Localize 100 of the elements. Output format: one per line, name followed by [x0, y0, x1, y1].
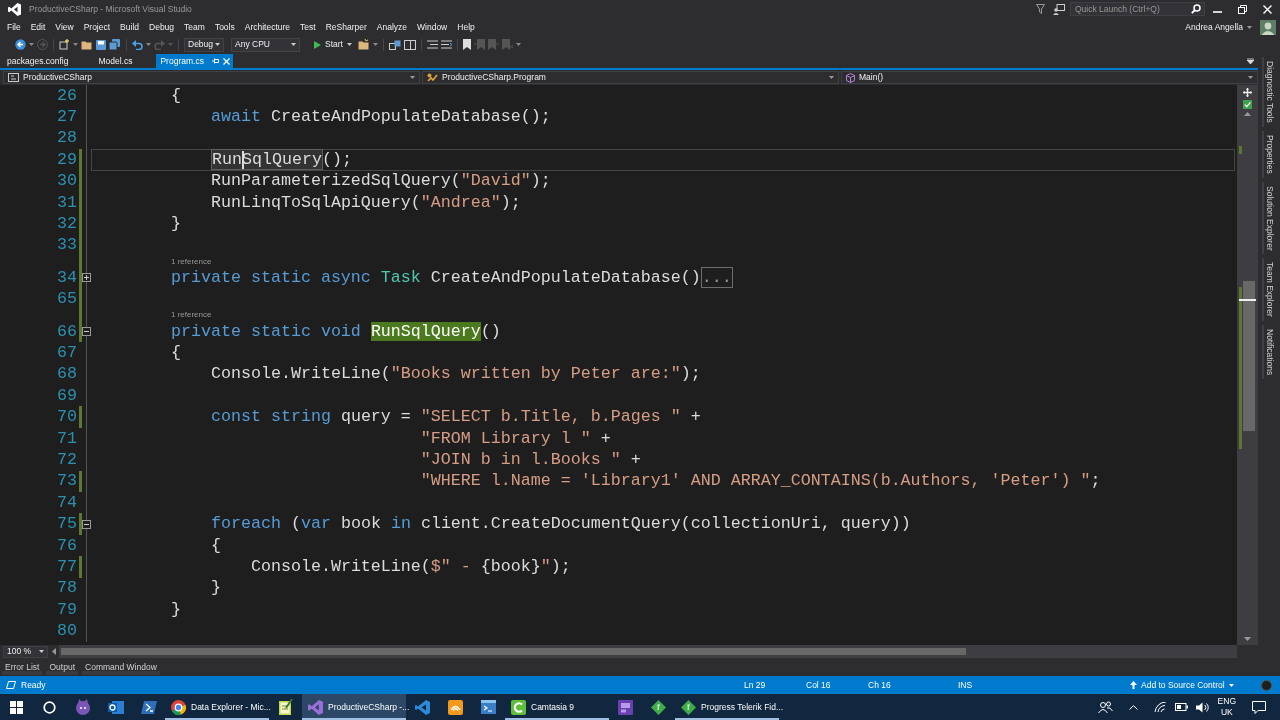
notepad-icon [278, 699, 293, 715]
indent-lines-icon[interactable] [426, 40, 438, 49]
menu-item[interactable]: Project [78, 21, 116, 33]
menu-item[interactable]: Architecture [239, 21, 296, 33]
caret-icon[interactable] [146, 43, 151, 46]
document-tab[interactable]: Program.cs [156, 54, 233, 68]
chevron-up-icon[interactable] [1128, 704, 1138, 710]
menu-item[interactable]: Test [295, 21, 321, 33]
document-tab[interactable]: Model.cs [92, 54, 139, 68]
zoom-dropdown[interactable]: 100 % [3, 645, 48, 658]
caret-icon[interactable] [29, 43, 34, 46]
menu-item[interactable]: Window [412, 21, 453, 33]
type-dropdown[interactable]: ProductiveCSharp.Program [422, 71, 839, 84]
feedback-icon[interactable] [1053, 3, 1065, 15]
bookmark-arrow-icon [473, 39, 485, 50]
speaker-icon[interactable] [1195, 701, 1210, 713]
caret-icon[interactable] [1247, 25, 1252, 29]
notification-circle-icon[interactable] [1261, 679, 1272, 691]
vertical-scrollbar[interactable] [1237, 85, 1258, 645]
collapse-icon[interactable] [82, 519, 91, 529]
undo-icon[interactable] [132, 39, 143, 50]
windows-logo-icon[interactable] [10, 700, 23, 714]
menu-item[interactable]: Build [115, 21, 144, 33]
menu-item[interactable]: Analyze [371, 21, 413, 33]
pin-icon[interactable] [211, 57, 219, 65]
filter-icon[interactable] [1036, 4, 1045, 14]
menu-item[interactable]: Debug [144, 21, 180, 33]
caret-icon[interactable] [73, 43, 78, 46]
member-dropdown[interactable]: Main() [841, 71, 1258, 84]
battery-icon[interactable] [1174, 703, 1188, 711]
window-pair-icon[interactable] [388, 39, 401, 50]
avatar-icon[interactable] [1260, 19, 1276, 35]
horizontal-scrollbar[interactable] [59, 645, 1237, 658]
start-button[interactable]: Start [311, 37, 355, 52]
browser-icon [171, 699, 186, 715]
code-line: { [170, 343, 181, 363]
codelens-hint[interactable]: 1 reference [171, 311, 212, 320]
collapse-icon[interactable] [82, 327, 91, 337]
move-icon[interactable] [1243, 88, 1252, 97]
people-icon[interactable] [1097, 701, 1113, 713]
side-panel-tab[interactable]: Team Explorer [1261, 258, 1277, 322]
check-icon[interactable] [1243, 100, 1252, 109]
side-panel-tab[interactable]: Solution Explorer [1261, 181, 1277, 255]
notifications-icon[interactable] [1252, 700, 1266, 714]
side-panel-tab[interactable]: Diagnostic Tools [1261, 57, 1277, 127]
line-number: 76 [56, 535, 77, 556]
new-item-icon[interactable] [59, 39, 70, 50]
code-line: { [170, 85, 181, 106]
menu-item[interactable]: Team [179, 21, 210, 33]
search-ring-icon[interactable] [43, 700, 56, 714]
outdent-lines-icon[interactable] [440, 40, 452, 49]
scrollbar-thumb[interactable] [1243, 281, 1255, 431]
configuration-dropdown[interactable]: Debug [184, 37, 224, 52]
save-all-icon[interactable] [109, 39, 121, 50]
wifi-icon[interactable] [1153, 701, 1167, 713]
language-indicator[interactable]: ENG UK [1217, 696, 1236, 718]
restore-icon[interactable] [1238, 4, 1247, 14]
line-number: 73 [56, 471, 77, 492]
arrow-down-icon[interactable] [1244, 637, 1251, 641]
terminal-icon [481, 700, 496, 714]
codelens-hint[interactable]: 1 reference [171, 257, 212, 266]
menu-item[interactable]: File [2, 21, 26, 33]
expand-icon[interactable] [82, 273, 91, 283]
line-number: 70 [56, 407, 77, 428]
bookmark-icon[interactable] [462, 39, 471, 50]
side-panel-tab[interactable]: Notifications [1261, 325, 1277, 380]
side-panel-tab[interactable]: Properties [1261, 130, 1277, 178]
tab-list-icon[interactable] [1247, 57, 1254, 64]
line-number: 71 [56, 428, 77, 449]
scrollbar-thumb[interactable] [61, 648, 966, 655]
caret-icon[interactable] [515, 43, 521, 46]
line-number: 66 [56, 321, 77, 342]
open-folder-icon[interactable] [81, 39, 93, 50]
arrow-up-icon[interactable] [1244, 112, 1251, 116]
line-number: 28 [56, 128, 77, 149]
menu-item[interactable]: Edit [25, 21, 51, 33]
line-number: 29 [56, 149, 77, 170]
search-icon[interactable] [1191, 4, 1201, 14]
insert-mode[interactable]: INS [958, 679, 1130, 691]
taskbar-button[interactable]: Data Explorer - Mic... [165, 694, 269, 720]
menu-item[interactable]: ReSharper [320, 21, 372, 33]
window-pair-icon[interactable] [403, 39, 416, 50]
platform-dropdown[interactable]: Any CPU [231, 37, 300, 52]
caret-icon[interactable] [372, 43, 378, 46]
back-icon[interactable] [15, 39, 26, 50]
user-name[interactable]: Andrea Angella [1185, 21, 1243, 33]
menu-item[interactable]: Tools [209, 21, 240, 33]
project-dropdown[interactable]: ProductiveCSharp [3, 71, 420, 84]
menu-item[interactable]: View [50, 21, 79, 33]
taskbar-button[interactable]: Camtasia 9 [505, 694, 609, 720]
close-icon[interactable] [1263, 4, 1272, 14]
square-logo-icon [618, 699, 633, 715]
document-tab[interactable]: packages.config [1, 54, 75, 68]
arrow-left-icon[interactable] [52, 648, 56, 655]
quick-launch-field[interactable]: Quick Launch (Ctrl+Q) [1070, 2, 1205, 16]
source-control-button[interactable]: Add to Source Control [1130, 679, 1234, 691]
status-icon [6, 681, 16, 689]
save-icon[interactable] [96, 39, 106, 50]
folder-icon[interactable] [357, 39, 370, 50]
menu-item[interactable]: Help [452, 21, 480, 33]
